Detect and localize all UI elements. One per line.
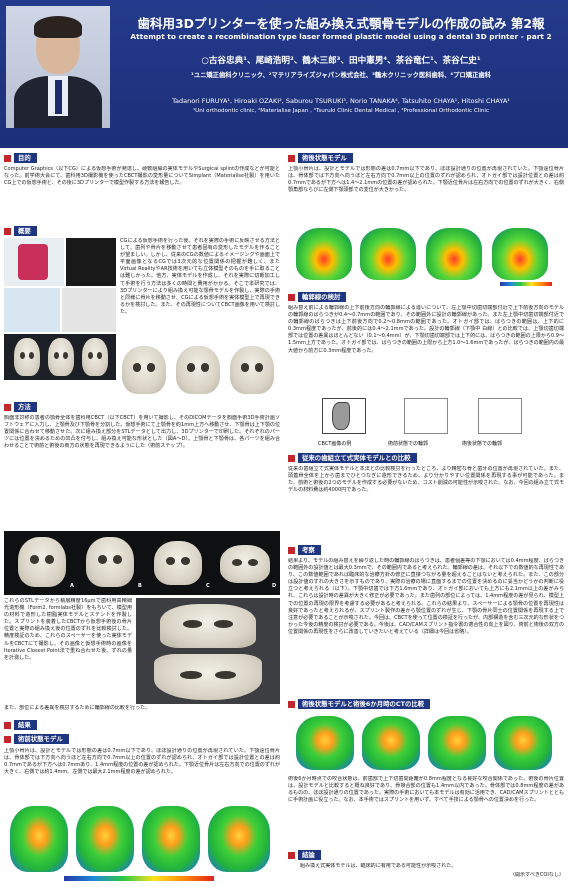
figure-label-d: D	[272, 583, 277, 589]
post-heading: 術後状態モデル	[288, 153, 353, 163]
comparison-body: 従来の歯組立て式実体モデルと本法との比較検討を行ったところ、より精密な骨と歯牙の…	[288, 466, 564, 494]
author-photo	[6, 6, 110, 128]
contour-caption-1: CBCT画像の例	[318, 441, 352, 447]
title-english: Attempt to create a recombination type l…	[130, 32, 552, 41]
cbct-body: 術後6か月時点での咬合状態は、前歯部で上下切歯間距離が0.8mm程度となる良好な…	[288, 776, 564, 804]
post-heatmap-figure	[288, 224, 564, 288]
figure-label-a: A	[70, 583, 74, 589]
results-subheading: 術前状態モデル	[4, 734, 69, 744]
conclusion-body: 組み換え式実体モデルは、臨床的に有用である可能性が示唆された。	[300, 863, 457, 869]
summary-body: CGによる仮想手術を行った後、それを実際の手術に反映させる方法として、歯列や骨片…	[120, 238, 280, 315]
results-heading: 結果	[4, 720, 37, 730]
coi-note: （開示すべきCOIなし）	[509, 872, 564, 878]
affiliations-japanese: ¹ユニ矯正歯科クリニック、²マテリアライズジャパン株式会社、³鶴木クリニック医科…	[191, 72, 491, 79]
method-heading: 方法	[4, 402, 37, 412]
cbct-heatmap-figure	[288, 712, 564, 774]
method-body-2: これらのSTLデータから積層精度16μmで歯科用高精細光造形機（Form2, f…	[4, 598, 132, 661]
poster-header: 歯科用3Dプリンターを使った組み換え式顎骨モデルの作成の試み 第2報 Attem…	[0, 0, 568, 148]
cbct-heading: 術後状態モデルと術後6か月時のCTの比較	[288, 699, 431, 709]
results-heatmap-figure	[4, 800, 280, 884]
figure-label-c: C	[206, 583, 210, 589]
purpose-heading: 目的	[4, 153, 37, 163]
summary-heading: 概要	[4, 226, 37, 236]
authors-english: Tadanori FURUYA¹, Hiroaki OZAKI², Saburo…	[172, 97, 510, 105]
contour-caption-3: 術後状態での輪郭	[462, 441, 503, 447]
conclusion-heading: 結論	[288, 850, 321, 860]
contour-figure	[288, 398, 564, 440]
contour-caption-2: 術前状態での輪郭	[388, 441, 429, 447]
purpose-body: Computer Graphics（以下CG）による仮想手術が発達し、硬軟組織の…	[4, 166, 280, 187]
discussion-body: 結果より、モデルの組み替えを繰り返した時の輪郭線のばらつきは、患者個差等の下顎に…	[288, 558, 564, 635]
method-figure-model	[136, 598, 280, 704]
contour-body: 組み替え前による輪郭線の上下前後方向の輪郭線による違いについて、左上顎中切歯切端…	[288, 305, 564, 354]
summary-skull-row	[118, 344, 280, 396]
discussion-heading: 考察	[288, 545, 321, 555]
method-body: 顔面非対称の患者の顎骨全体を歯科用CBCT（以下CBCT）を用いて撮影し、そのD…	[4, 415, 280, 450]
comparison-heading: 従来の歯組立て式実体モデルとの比較	[288, 453, 417, 463]
post-body: 上顎小骨片は、設計とモデルでは形態の差は0.7mm以下であり、ほぼ設計通りの位置…	[288, 166, 564, 194]
results-body: 上顎小骨片は、設計とモデルでは形態の差は0.7mm以下であり、ほぼ設計通りの位置…	[4, 748, 280, 776]
title-japanese: 歯科用3Dプリンターを使った組み換え式顎骨モデルの作成の試み 第2報	[137, 16, 545, 31]
summary-figure-collage	[4, 238, 116, 380]
figure-label-b: B	[138, 583, 142, 589]
authors-japanese: ○古谷忠典¹、尾崎浩明²、鶴木三郎³、田中憲男⁴、茶谷竜仁¹、茶谷仁史¹	[201, 56, 481, 66]
method-figure-parts: A B C D	[4, 531, 280, 595]
affiliations-english: ¹Uni orthodontic clinic, ²Materialise Ja…	[192, 108, 490, 114]
contour-heading: 輪郭線の検討	[288, 292, 347, 302]
method-body-3: また、部位による差異を検討するために輪郭線の比較を行った。	[4, 705, 151, 711]
